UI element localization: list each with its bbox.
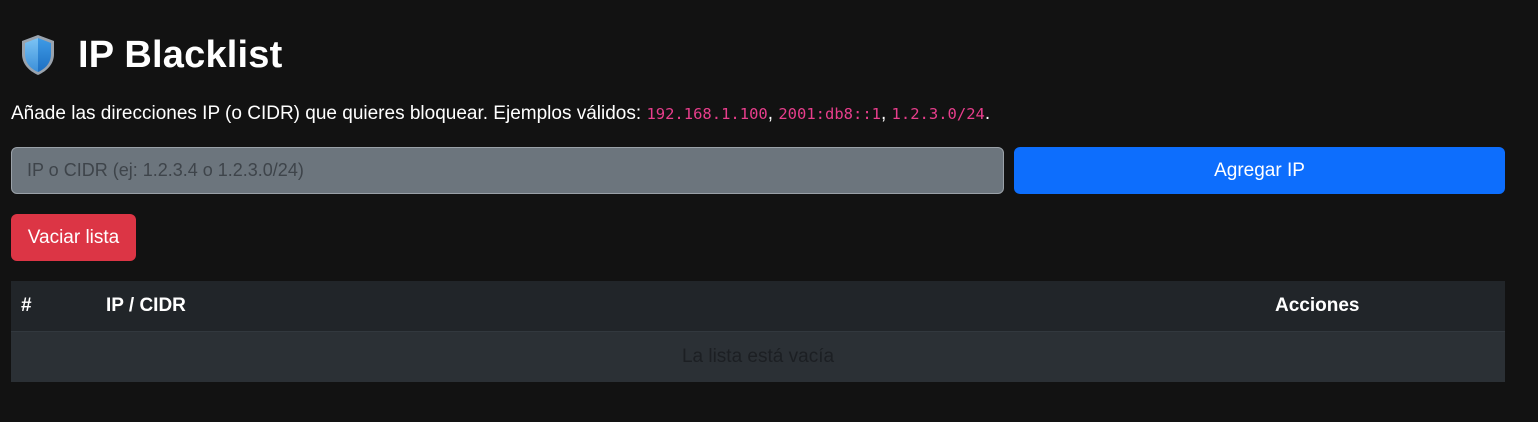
- ip-input[interactable]: [11, 147, 1004, 194]
- column-header-ip: IP / CIDR: [106, 281, 1200, 332]
- example-ipv6: 2001:db8::1: [778, 105, 881, 123]
- clear-list-button[interactable]: Vaciar lista: [11, 214, 136, 261]
- empty-message: La lista está vacía: [11, 331, 1505, 382]
- empty-row: La lista está vacía: [11, 331, 1505, 382]
- description-text: Añade las direcciones IP (o CIDR) que qu…: [11, 103, 647, 124]
- separator: ,: [767, 103, 779, 124]
- separator: ,: [880, 103, 892, 124]
- column-header-number: #: [11, 281, 106, 332]
- table-header-row: # IP / CIDR Acciones: [11, 281, 1505, 332]
- description-end: .: [984, 103, 991, 124]
- page-title: IP Blacklist: [78, 34, 283, 76]
- page-header: IP Blacklist: [19, 30, 282, 80]
- shield-icon: [19, 33, 57, 77]
- description: Añade las direcciones IP (o CIDR) que qu…: [11, 101, 990, 127]
- example-cidr: 1.2.3.0/24: [891, 105, 985, 123]
- add-ip-button[interactable]: Agregar IP: [1014, 147, 1505, 194]
- blacklist-table: # IP / CIDR Acciones La lista está vacía: [11, 281, 1505, 382]
- column-header-actions: Acciones: [1200, 281, 1505, 332]
- example-ipv4: 192.168.1.100: [646, 105, 768, 123]
